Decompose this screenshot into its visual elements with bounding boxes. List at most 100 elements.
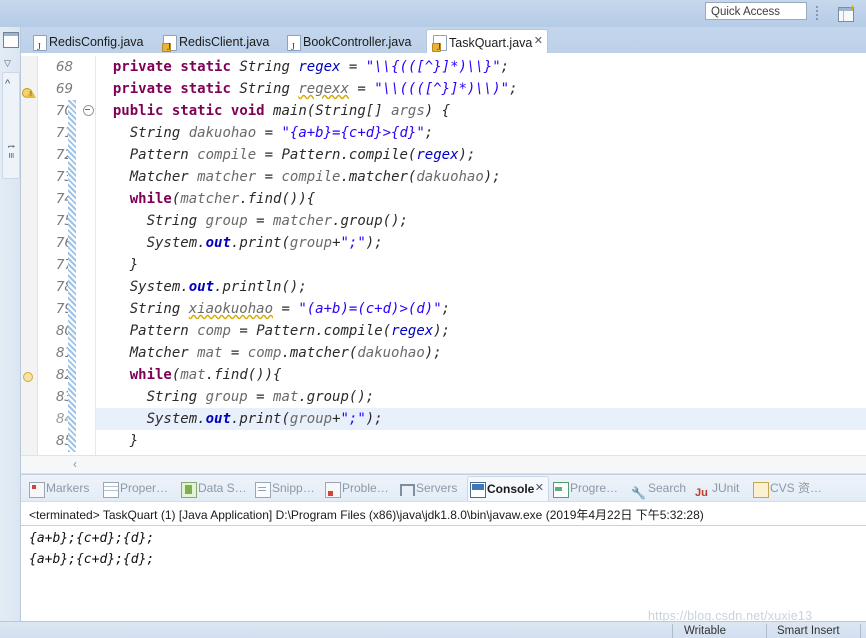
code-line[interactable]: public static void main(String[] args) { — [96, 100, 866, 122]
console-icon — [470, 482, 486, 498]
code-token: Pattern — [281, 147, 340, 163]
code-token: String — [147, 213, 198, 229]
code-token — [180, 301, 188, 317]
open-perspective-icon[interactable]: ✦ — [837, 4, 856, 22]
code-line[interactable]: Pattern comp = Pattern.compile(regex); — [96, 320, 866, 342]
view-tab-console[interactable]: Console✕ — [467, 476, 549, 501]
editor-horizontal-scrollbar[interactable]: ‹ — [21, 455, 866, 473]
view-tab-markers[interactable]: Markers — [27, 477, 99, 500]
view-tab-bar: MarkersProper…Data S… Snipp… Proble… Server… — [21, 475, 866, 501]
code-indent — [96, 103, 113, 119]
code-line[interactable]: private static String regexx = "\\((([^}… — [96, 78, 866, 100]
code-line[interactable]: } — [96, 254, 866, 276]
view-tab-servers[interactable]: Servers — [397, 477, 465, 500]
code-token: ); — [484, 169, 501, 185]
code-indent — [96, 257, 130, 273]
view-tab-label: Snipp… — [272, 481, 315, 495]
code-indent — [96, 81, 113, 97]
code-line[interactable]: while(matcher.find()){ — [96, 188, 866, 210]
code-token: .group(); — [332, 213, 408, 229]
minimize-view-icon[interactable]: ▽ — [4, 59, 18, 73]
code-line[interactable]: private static String regex = "\\{(([^}]… — [96, 56, 866, 78]
code-line[interactable]: System.out.print(group+";"); — [96, 408, 866, 430]
code-token: matcher — [180, 191, 239, 207]
junit-icon: Ju — [695, 482, 709, 496]
expand-chevron-icon[interactable]: ^ — [5, 79, 19, 93]
status-writable: Writable — [684, 625, 726, 637]
folding-ruler[interactable] — [81, 56, 96, 455]
view-tab-search[interactable]: 🔧Search — [629, 477, 691, 500]
code-token: ); — [425, 345, 442, 361]
code-token: ; — [501, 59, 509, 75]
code-line[interactable]: } — [96, 430, 866, 452]
markers-icon — [29, 482, 45, 498]
code-line[interactable]: Pattern compile = Pattern.compile(regex)… — [96, 144, 866, 166]
view-tab-proper[interactable]: Proper… — [101, 477, 177, 500]
line-number: 68 — [56, 56, 73, 78]
code-token: .find()){ — [239, 191, 315, 207]
code-token: + — [332, 411, 340, 427]
console-view[interactable]: <terminated> TaskQuart (1) [Java Applica… — [21, 501, 866, 621]
view-tab-label: Servers — [416, 481, 457, 495]
view-tab-datas[interactable]: Data S… — [179, 477, 251, 500]
code-indent — [96, 301, 130, 317]
view-tab-cvs资[interactable]: CVS 资… — [751, 477, 827, 500]
bottom-view-stack: MarkersProper…Data S… Snipp… Proble… Server… — [21, 474, 866, 620]
java-source-editor[interactable]: 686970717273747576777879808182838485 pri… — [21, 56, 866, 455]
code-token: ; — [442, 301, 450, 317]
code-line[interactable]: Matcher matcher = compile.matcher(dakuoh… — [96, 166, 866, 188]
annotation-ruler[interactable] — [21, 56, 38, 455]
fold-collapse-icon[interactable] — [83, 105, 94, 116]
code-indent — [96, 169, 130, 185]
view-tab-proble[interactable]: Proble… — [323, 477, 395, 500]
code-token: } — [130, 257, 138, 273]
code-token: static — [172, 103, 223, 119]
code-token: String — [239, 59, 290, 75]
code-token: regex — [391, 323, 433, 339]
code-line[interactable]: String dakuohao = "{a+b}={c+d}>{d}"; — [96, 122, 866, 144]
editor-tab-taskquart-java[interactable]: TaskQuart.java✕ — [426, 29, 548, 56]
code-token: "\\((([^}]*)\\)" — [374, 81, 509, 97]
code-token: ; — [425, 125, 433, 141]
code-line[interactable]: String xiaokuohao = "(a+b)=(c+d)>(d)"; — [96, 298, 866, 320]
editor-tab-bookcontroller-java[interactable]: BookController.java — [281, 30, 424, 55]
code-token: ) { — [425, 103, 450, 119]
code-token — [197, 389, 205, 405]
code-line[interactable]: Matcher mat = comp.matcher(dakuohao); — [96, 342, 866, 364]
code-line[interactable]: while(mat.find()){ — [96, 364, 866, 386]
code-token: public — [113, 103, 164, 119]
view-tab-label: Proble… — [342, 481, 389, 495]
view-tab-junit[interactable]: JuJUnit — [693, 477, 749, 500]
console-divider — [21, 525, 866, 526]
code-token — [222, 103, 230, 119]
code-line[interactable]: String group = mat.group(); — [96, 386, 866, 408]
code-line[interactable]: System.out.print(group+";"); — [96, 232, 866, 254]
scroll-left-arrow-icon[interactable]: ‹ — [73, 458, 77, 470]
toolbar-overflow-icon[interactable] — [814, 4, 820, 21]
code-line[interactable]: String group = matcher.group(); — [96, 210, 866, 232]
close-icon[interactable]: ✕ — [534, 35, 543, 47]
code-token: mat — [273, 389, 298, 405]
quick-access-input[interactable]: Quick Access — [705, 2, 807, 20]
view-tab-snipp[interactable]: Snipp… — [253, 477, 321, 500]
problems-icon — [325, 482, 341, 498]
code-token — [265, 103, 273, 119]
code-token: dakuohao — [357, 345, 424, 361]
code-indent — [96, 279, 130, 295]
view-tab-progre[interactable]: Progre… — [551, 477, 627, 500]
code-token: String — [315, 103, 366, 119]
code-indent — [96, 235, 147, 251]
editor-tab-redisclient-java[interactable]: RedisClient.java — [157, 30, 279, 55]
editor-tab-redisconfig-java[interactable]: RedisConfig.java — [27, 30, 155, 55]
restore-view-icon[interactable] — [3, 32, 19, 48]
code-text-area[interactable]: private static String regex = "\\{(([^}]… — [96, 56, 866, 455]
code-indent — [96, 389, 147, 405]
code-token: "(a+b)=(c+d)>(d)" — [298, 301, 441, 317]
code-line[interactable]: System.out.println(); — [96, 276, 866, 298]
close-icon[interactable]: ✕ — [535, 482, 544, 494]
quickfix-bulb-icon[interactable] — [23, 372, 33, 382]
java-file-warning-icon — [163, 35, 177, 51]
code-indent — [96, 191, 130, 207]
warning-marker-icon[interactable] — [22, 86, 35, 99]
change-ruler-bar — [68, 100, 76, 452]
